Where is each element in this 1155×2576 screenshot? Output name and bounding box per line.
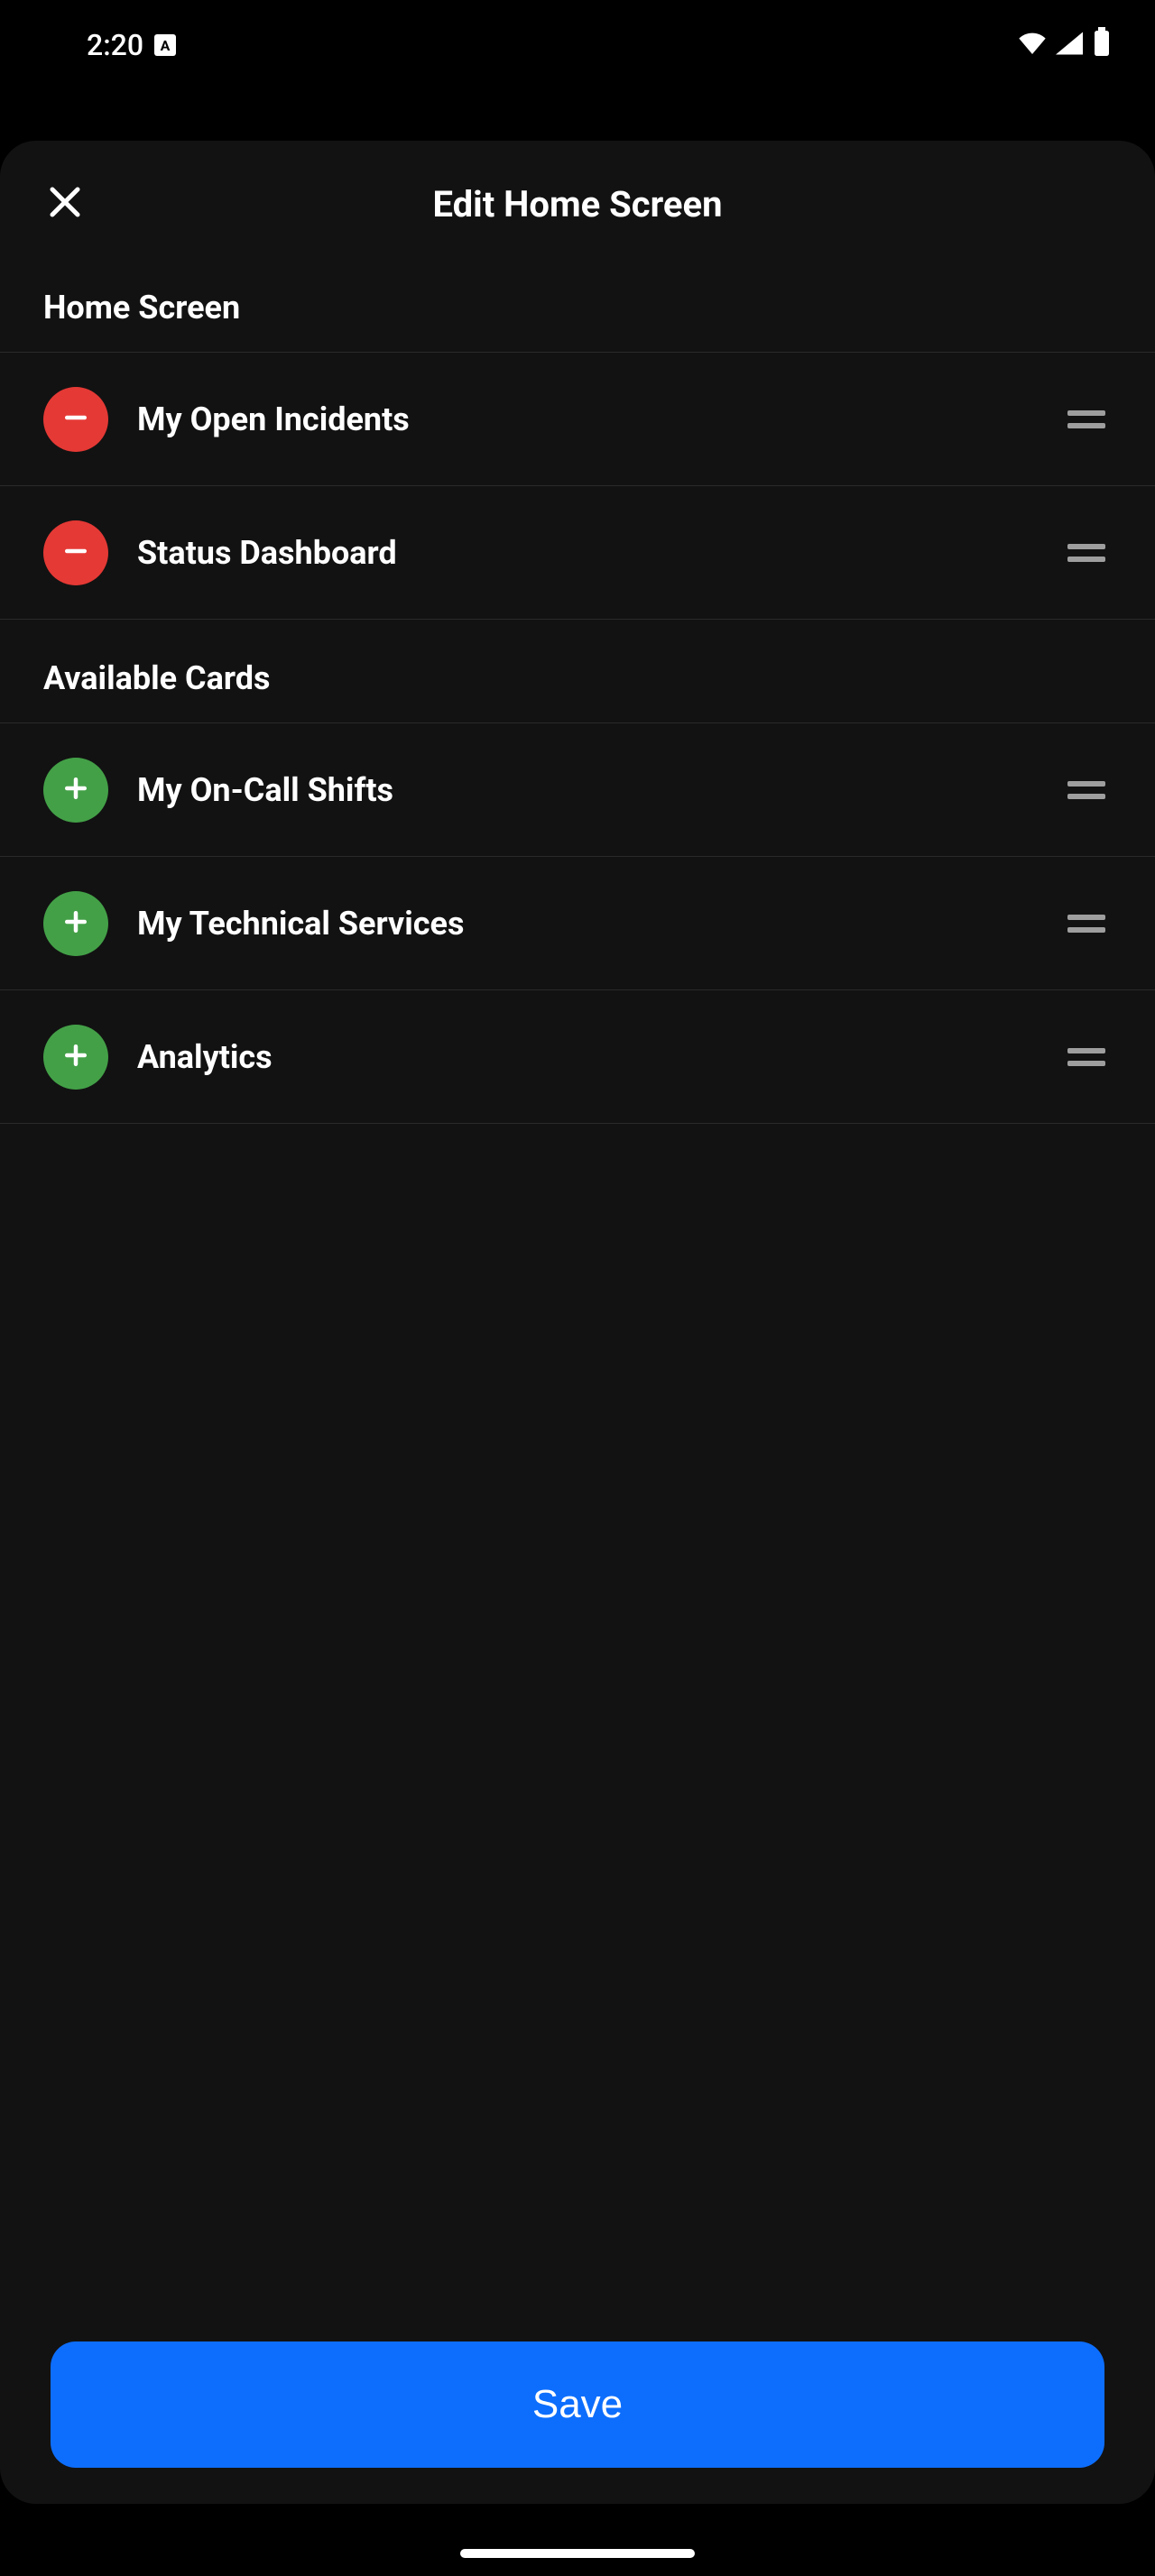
save-area: Save (0, 2313, 1155, 2504)
minus-icon (60, 535, 92, 571)
modal-header: Edit Home Screen (0, 141, 1155, 249)
status-bar: 2:20 A (0, 0, 1155, 90)
add-button[interactable] (43, 758, 108, 823)
list-item: Status Dashboard (0, 486, 1155, 620)
card-label: Analytics (137, 1038, 1061, 1076)
wifi-icon (1018, 28, 1047, 62)
card-label: My Technical Services (137, 905, 1061, 943)
drag-handle-icon[interactable] (1061, 1048, 1112, 1066)
card-label: Status Dashboard (137, 534, 1061, 572)
list-item: My On-Call Shifts (0, 723, 1155, 857)
status-time: 2:20 (87, 28, 143, 62)
modal-title: Edit Home Screen (0, 183, 1155, 225)
plus-icon (60, 906, 92, 942)
home-indicator[interactable] (460, 2549, 695, 2558)
plus-icon (60, 772, 92, 808)
drag-handle-icon[interactable] (1061, 544, 1112, 562)
list-item: My Technical Services (0, 857, 1155, 990)
status-right (1018, 27, 1112, 63)
add-button[interactable] (43, 1025, 108, 1090)
notification-badge-icon: A (154, 34, 176, 56)
minus-icon (60, 401, 92, 437)
drag-handle-icon[interactable] (1061, 915, 1112, 933)
section-header-home: Home Screen (0, 249, 1155, 353)
list-item: Analytics (0, 990, 1155, 1124)
close-button[interactable] (36, 175, 94, 233)
status-left: 2:20 A (43, 28, 176, 62)
content-area: Home Screen My Open Incidents Status Das… (0, 249, 1155, 2313)
plus-icon (60, 1039, 92, 1075)
drag-handle-icon[interactable] (1061, 410, 1112, 428)
signal-icon (1056, 28, 1083, 62)
list-item: My Open Incidents (0, 353, 1155, 486)
drag-handle-icon[interactable] (1061, 781, 1112, 799)
save-button[interactable]: Save (51, 2341, 1104, 2468)
card-label: My Open Incidents (137, 400, 1061, 438)
add-button[interactable] (43, 891, 108, 956)
remove-button[interactable] (43, 387, 108, 452)
section-header-available: Available Cards (0, 620, 1155, 723)
edit-home-screen-modal: Edit Home Screen Home Screen My Open Inc… (0, 141, 1155, 2504)
close-icon (43, 180, 87, 227)
remove-button[interactable] (43, 520, 108, 585)
card-label: My On-Call Shifts (137, 771, 1061, 809)
battery-icon (1092, 27, 1112, 63)
